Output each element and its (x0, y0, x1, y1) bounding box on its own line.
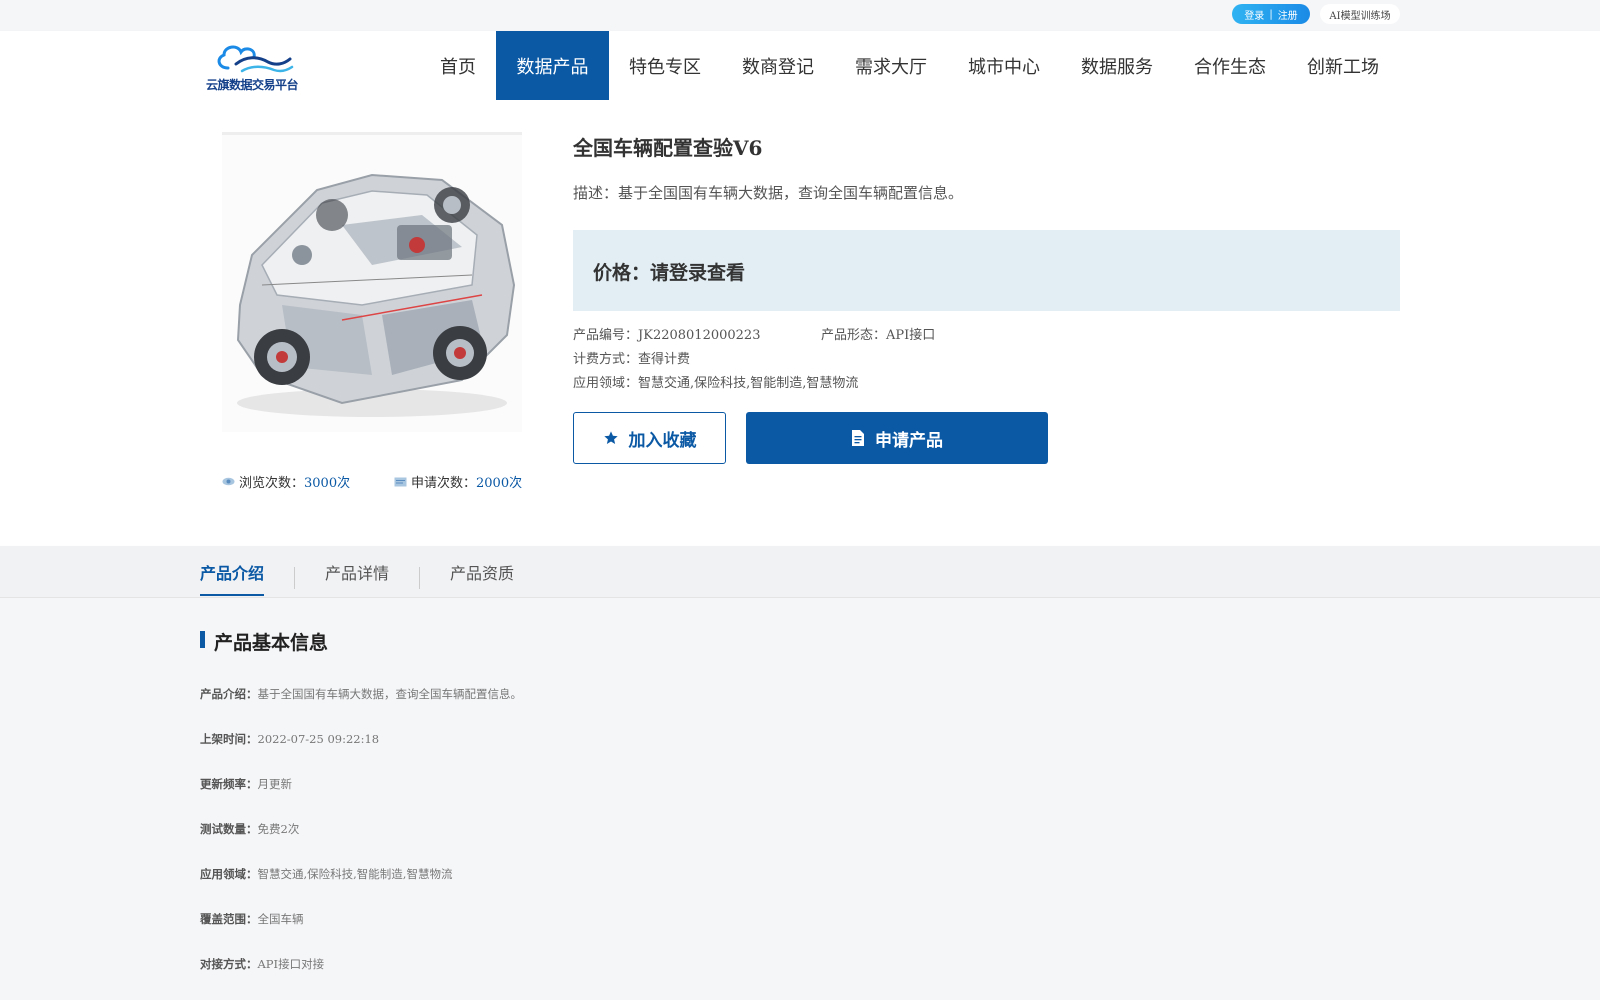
info-label: 覆盖范围： (200, 912, 258, 926)
nav-data-products[interactable]: 数据产品 (496, 31, 609, 100)
apply-count-label: 申请次数： (411, 476, 477, 491)
apply-product-button[interactable]: 申请产品 (746, 412, 1048, 464)
login-link[interactable]: 登录 (1244, 7, 1264, 22)
billing-method-label: 计费方式： (573, 352, 639, 367)
billing-method: 计费方式：查得计费 (573, 348, 690, 367)
product-form-label: 产品形态： (821, 328, 887, 343)
auth-pill: 登录 | 注册 (1232, 4, 1310, 24)
document-icon (852, 430, 864, 446)
logo-text: 云旗数据交易平台 (206, 78, 299, 92)
price-box: 价格：请登录查看 (573, 230, 1400, 311)
view-count-label: 浏览次数： (239, 476, 305, 491)
form-icon (394, 477, 407, 486)
star-icon (603, 431, 618, 444)
product-code: 产品编号：JK2208012000223 (573, 324, 760, 343)
product-code-label: 产品编号： (573, 328, 639, 343)
view-count: 浏览次数： 3000次 (222, 472, 350, 491)
top-strip: 登录 | 注册 AI模型训练场 (0, 0, 1600, 31)
nav-merchant-registration[interactable]: 数商登记 (732, 31, 824, 100)
info-label: 测试数量： (200, 822, 258, 836)
info-label: 上架时间： (200, 732, 258, 746)
info-value: 免费2次 (257, 822, 300, 836)
add-favorite-button[interactable]: 加入收藏 (573, 412, 726, 464)
info-row-test-quota: 测试数量：免费2次 (200, 821, 299, 837)
nav-demand-hall[interactable]: 需求大厅 (845, 31, 937, 100)
tab-product-details[interactable]: 产品详情 (325, 546, 389, 598)
ai-training-link[interactable]: AI模型训练场 (1320, 4, 1400, 24)
application-domain: 应用领域：智慧交通,保险科技,智能制造,智慧物流 (573, 372, 858, 391)
basic-info-section: 产品基本信息 产品介绍：基于全国国有车辆大数据，查询全国车辆配置信息。 上架时间… (0, 598, 1600, 1000)
info-row-coverage: 覆盖范围：全国车辆 (200, 911, 304, 927)
info-row-integration: 对接方式：API接口对接 (200, 956, 324, 972)
nav-city-center[interactable]: 城市中心 (958, 31, 1050, 100)
info-label: 应用领域： (200, 867, 258, 881)
info-row-listed-time: 上架时间：2022-07-25 09:22:18 (200, 731, 379, 747)
product-image (222, 132, 522, 432)
apply-count-value: 2000次 (476, 476, 523, 491)
register-link[interactable]: 注册 (1278, 7, 1298, 22)
site-header: 云旗数据交易平台 首页 数据产品 特色专区 数商登记 需求大厅 城市中心 数据服… (0, 31, 1600, 102)
product-code-value: JK2208012000223 (638, 328, 761, 343)
info-value: API接口对接 (257, 957, 325, 971)
info-value: 全国车辆 (257, 912, 304, 926)
cloud-logo-icon (217, 45, 294, 73)
info-row-application-domain: 应用领域：智慧交通,保险科技,智能制造,智慧物流 (200, 866, 452, 882)
product-summary: 浏览次数： 3000次 申请次数： 2000次 全国车辆配置查验V6 描述：基于全国… (0, 102, 1600, 546)
tab-product-qualifications[interactable]: 产品资质 (450, 546, 514, 598)
price-text: 价格：请登录查看 (593, 262, 746, 284)
add-favorite-label: 加入收藏 (628, 430, 697, 451)
tab-product-intro[interactable]: 产品介绍 (200, 546, 265, 598)
info-label: 对接方式： (200, 957, 258, 971)
info-label: 产品介绍： (200, 687, 258, 701)
product-title: 全国车辆配置查验V6 (573, 136, 763, 160)
info-row-intro: 产品介绍：基于全国国有车辆大数据，查询全国车辆配置信息。 (200, 686, 522, 702)
info-value: 2022-07-25 09:22:18 (257, 732, 380, 746)
apply-product-label: 申请产品 (875, 430, 943, 451)
product-form: 产品形态：API接口 (821, 324, 935, 343)
product-form-value: API接口 (886, 328, 936, 343)
billing-method-value: 查得计费 (638, 352, 691, 367)
application-domain-label: 应用领域： (573, 376, 639, 391)
info-row-update-frequency: 更新频率：月更新 (200, 776, 292, 792)
eye-icon (222, 477, 235, 486)
info-label: 更新频率： (200, 777, 258, 791)
detail-tabs: 产品介绍 产品详情 产品资质 (0, 546, 1600, 598)
nav-featured-zone[interactable]: 特色专区 (619, 31, 711, 100)
nav-partner-ecosystem[interactable]: 合作生态 (1184, 31, 1276, 100)
info-value: 月更新 (257, 777, 293, 791)
application-domain-value: 智慧交通,保险科技,智能制造,智慧物流 (638, 376, 859, 391)
tab-divider (419, 567, 420, 589)
site-logo[interactable]: 云旗数据交易平台 (206, 42, 300, 92)
nav-home[interactable]: 首页 (430, 31, 486, 100)
product-description: 描述：基于全国国有车辆大数据，查询全国车辆配置信息。 (573, 184, 964, 202)
nav-data-services[interactable]: 数据服务 (1071, 31, 1163, 100)
nav-innovation-workshop[interactable]: 创新工场 (1297, 31, 1389, 100)
view-count-value: 3000次 (304, 476, 351, 491)
car-cutaway-image (236, 173, 516, 417)
apply-count: 申请次数： 2000次 (394, 472, 522, 491)
info-value: 智慧交通,保险科技,智能制造,智慧物流 (257, 867, 453, 881)
section-title: 产品基本信息 (200, 628, 328, 655)
info-value: 基于全国国有车辆大数据，查询全国车辆配置信息。 (257, 687, 523, 701)
tab-divider (294, 567, 295, 589)
auth-divider: | (1269, 8, 1273, 20)
